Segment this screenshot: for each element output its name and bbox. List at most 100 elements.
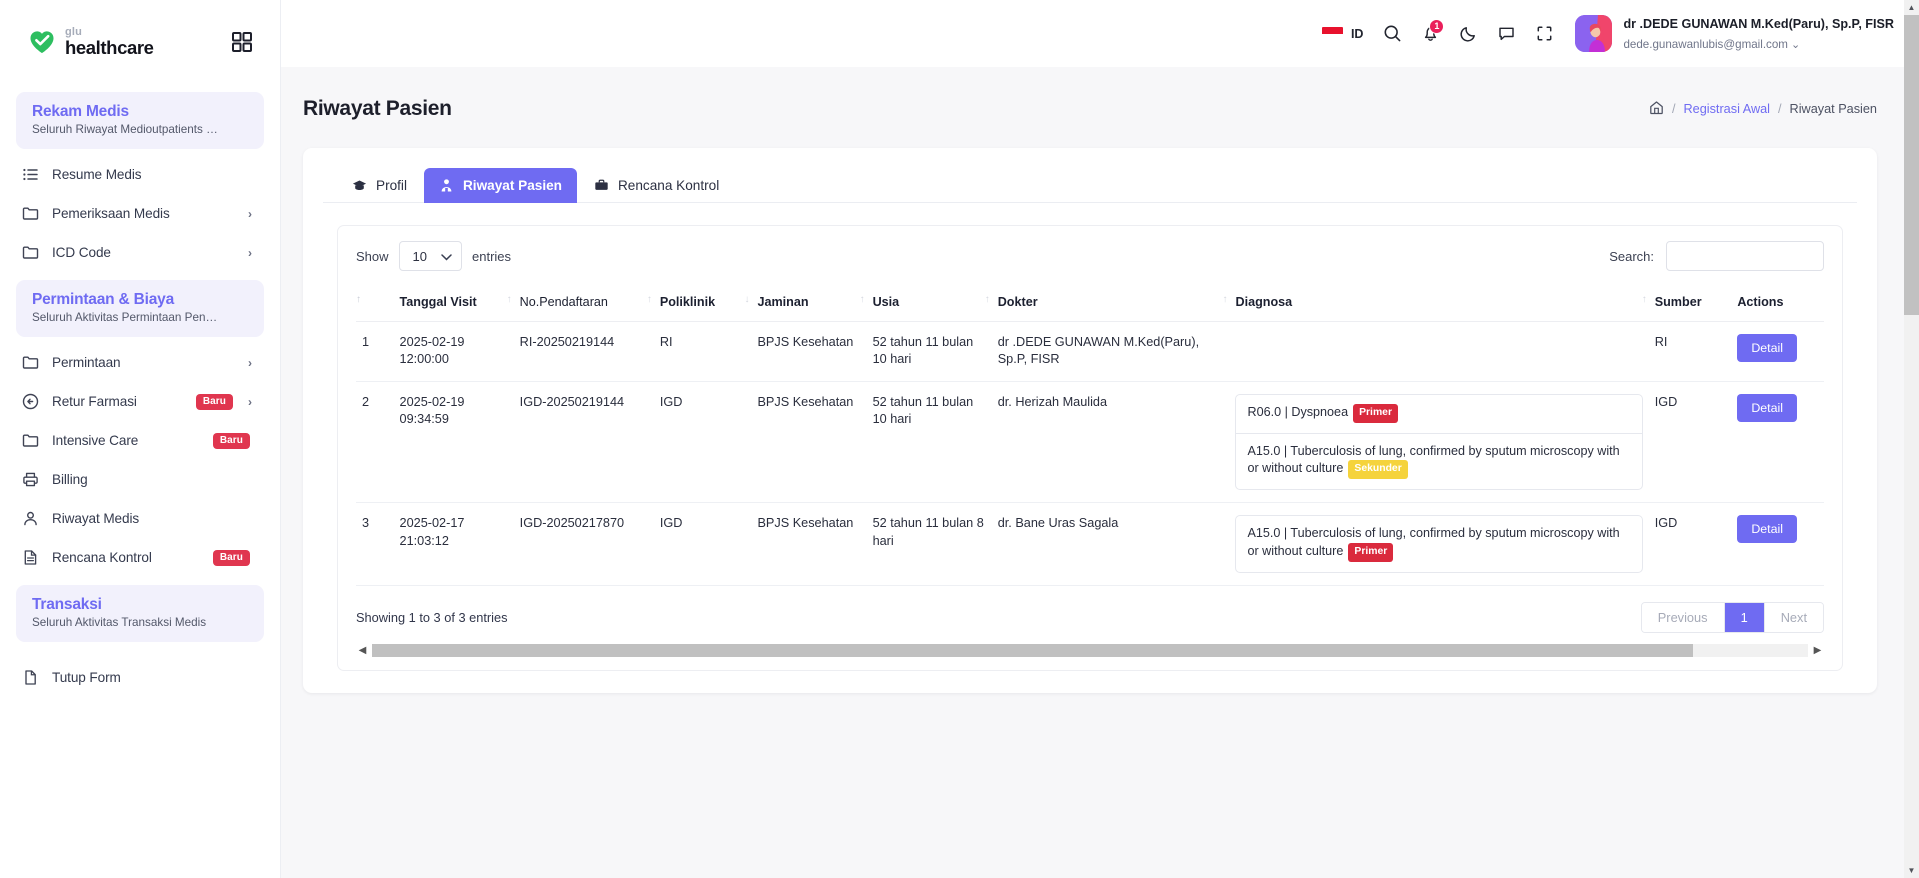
- th-actions[interactable]: Actions: [1731, 288, 1824, 322]
- arrow-left-circle-icon: [22, 393, 39, 410]
- pagination-page-1[interactable]: 1: [1723, 602, 1764, 632]
- cell-dokter: dr .DEDE GUNAWAN M.Ked(Paru), Sp.P, FISR: [991, 321, 1230, 382]
- scroll-down-icon[interactable]: ▼: [1904, 863, 1919, 878]
- scroll-right-icon[interactable]: ▶: [1811, 645, 1824, 656]
- scrollbar-track[interactable]: [372, 643, 1808, 657]
- section-title: Permintaan & Biaya: [32, 291, 174, 308]
- brand-logo[interactable]: glu healthcare: [28, 26, 154, 58]
- th-sumber[interactable]: Sumber: [1648, 288, 1732, 322]
- entries-per-page-select[interactable]: 10: [398, 241, 462, 271]
- badge-new: Baru: [195, 393, 233, 410]
- tab-rencana-kontrol[interactable]: Rencana Kontrol: [579, 168, 734, 203]
- notification-count: 1: [1429, 18, 1445, 34]
- th-dokter[interactable]: Dokter ↑: [991, 288, 1230, 322]
- tab-label: Riwayat Pasien: [462, 178, 562, 193]
- th-no[interactable]: ↑: [356, 288, 394, 322]
- home-icon[interactable]: [1649, 100, 1664, 118]
- folder-icon: [22, 205, 39, 222]
- window-scrollbar-thumb[interactable]: [1904, 15, 1919, 315]
- language-label: ID: [1350, 26, 1364, 41]
- diagnosis-list: R06.0 | Dyspnoea Primer A15.0 | Tuberculo…: [1235, 393, 1643, 491]
- search-control: Search:: [1609, 241, 1824, 271]
- sidebar-item-rencana-kontrol[interactable]: Rencana Kontrol Baru: [16, 538, 264, 577]
- page-title: Riwayat Pasien: [303, 97, 452, 120]
- pagination: Previous 1 Next: [1640, 601, 1824, 633]
- sidebar-item-resume-medis[interactable]: Resume Medis: [16, 155, 264, 194]
- bell-icon[interactable]: 1: [1411, 15, 1449, 53]
- pagination-next[interactable]: Next: [1763, 602, 1823, 632]
- section-subtitle: Seluruh Riwayat Medioutpatients …: [32, 123, 218, 136]
- breadcrumb-separator: /: [1778, 102, 1782, 116]
- cell-poliklinik: IGD: [653, 381, 752, 504]
- th-usia[interactable]: Usia ↑: [866, 288, 992, 322]
- sidebar-item-permintaan[interactable]: Permintaan ›: [16, 343, 264, 382]
- sidebar-item-riwayat-medis[interactable]: Riwayat Medis: [16, 499, 264, 538]
- sort-arrow-icon: ↑: [859, 294, 865, 305]
- sidebar-item-label: Pemeriksaan Medis: [52, 206, 170, 221]
- cell-diagnosa: R06.0 | Dyspnoea Primer A15.0 | Tuberculo…: [1229, 381, 1649, 504]
- sidebar-item-billing[interactable]: Billing: [16, 460, 264, 499]
- diagnosis-item: A15.0 | Tuberculosis of lung, confirmed …: [1236, 516, 1641, 572]
- sidebar-item-intensive-care[interactable]: Intensive Care Baru: [16, 421, 264, 460]
- entries-label: entries: [472, 248, 512, 264]
- th-poliklinik[interactable]: Poliklinik ↓: [653, 288, 752, 322]
- grid-icon[interactable]: [231, 31, 253, 53]
- chat-icon[interactable]: [1487, 15, 1525, 53]
- diagnosis-tag: Primer: [1348, 543, 1394, 562]
- fullscreen-icon[interactable]: [1525, 15, 1563, 53]
- window-scrollbar[interactable]: ▲ ▼: [1904, 0, 1919, 878]
- table-panel: Show 10 entries Search: ↑ Tanggal Visit …: [337, 225, 1843, 671]
- sidebar-item-retur-farmasi[interactable]: Retur Farmasi Baru ›: [16, 382, 264, 421]
- cell-no: 2: [356, 381, 394, 504]
- page-header: Riwayat Pasien / Registrasi Awal / Riway…: [281, 67, 1919, 121]
- th-tanggal-visit[interactable]: Tanggal Visit ↑: [393, 288, 514, 322]
- table-body: 1 2025-02-19 12:00:00 RI-20250219144 RI …: [356, 321, 1824, 586]
- sidebar-section-transaksi: Transaksi Seluruh Aktivitas Transaksi Me…: [16, 585, 264, 642]
- user-icon: [22, 510, 39, 527]
- sidebar-item-label: ICD Code: [52, 245, 111, 260]
- sidebar-item-label: Tutup Form: [52, 670, 121, 685]
- search-icon[interactable]: [1373, 15, 1411, 53]
- sidebar-header: glu healthcare: [0, 0, 280, 84]
- sidebar-item-icd-code[interactable]: ICD Code ›: [16, 233, 264, 272]
- cell-poliklinik: RI: [653, 321, 752, 382]
- language-switcher[interactable]: ID: [1321, 26, 1364, 41]
- folder-icon: [22, 354, 39, 371]
- breadcrumb-current: Riwayat Pasien: [1789, 102, 1877, 116]
- scrollbar-thumb[interactable]: [372, 643, 1694, 657]
- section-title: Rekam Medis: [32, 103, 129, 120]
- search-input[interactable]: [1666, 241, 1824, 271]
- tab-profil[interactable]: Profil: [337, 168, 422, 203]
- user-menu[interactable]: dr .DEDE GUNAWAN M.Ked(Paru), Sp.P, FISR…: [1575, 14, 1894, 54]
- cell-diagnosa: [1229, 321, 1649, 382]
- topbar-actions: 1: [1373, 15, 1563, 53]
- cell-actions: Detail: [1731, 502, 1824, 586]
- main-content: ID 1 dr .DEDE GUNAWAN M.Ked(Paru), Sp.P,…: [281, 0, 1919, 878]
- table-footer: Showing 1 to 3 of 3 entries Previous 1 N…: [356, 601, 1824, 633]
- detail-button[interactable]: Detail: [1737, 515, 1797, 544]
- badge-new: Baru: [212, 549, 250, 566]
- sidebar-section-rekam-medis: Rekam Medis Seluruh Riwayat Medioutpatie…: [16, 92, 264, 149]
- detail-button[interactable]: Detail: [1737, 334, 1797, 362]
- topbar: ID 1 dr .DEDE GUNAWAN M.Ked(Paru), Sp.P,…: [281, 0, 1919, 67]
- scroll-up-icon[interactable]: ▲: [1904, 0, 1919, 15]
- horizontal-scrollbar[interactable]: ◀ ▶: [356, 643, 1824, 657]
- breadcrumb-link[interactable]: Registrasi Awal: [1684, 102, 1771, 116]
- sort-arrow-icon: ↑: [1641, 294, 1647, 305]
- moon-icon[interactable]: [1449, 15, 1487, 53]
- th-no-pendaftaran[interactable]: No.Pendaftaran ↑: [513, 288, 654, 322]
- detail-button[interactable]: Detail: [1737, 393, 1797, 422]
- scroll-left-icon[interactable]: ◀: [356, 645, 369, 656]
- sidebar-item-label: Resume Medis: [52, 167, 142, 182]
- th-diagnosa[interactable]: Diagnosa ↑: [1229, 288, 1649, 322]
- th-label: Dokter: [997, 295, 1038, 309]
- entries-per-page-value: 10: [412, 248, 427, 264]
- sidebar-item-pemeriksaan-medis[interactable]: Pemeriksaan Medis ›: [16, 194, 264, 233]
- pagination-previous[interactable]: Previous: [1641, 602, 1724, 632]
- sidebar-item-tutup-form[interactable]: Tutup Form: [16, 658, 264, 697]
- tab-riwayat-pasien[interactable]: Riwayat Pasien: [423, 168, 577, 203]
- heart-check-icon: [28, 28, 56, 56]
- th-jaminan[interactable]: Jaminan ↑: [751, 288, 867, 322]
- cell-poliklinik: IGD: [653, 502, 752, 586]
- chevron-right-icon: ›: [248, 355, 252, 370]
